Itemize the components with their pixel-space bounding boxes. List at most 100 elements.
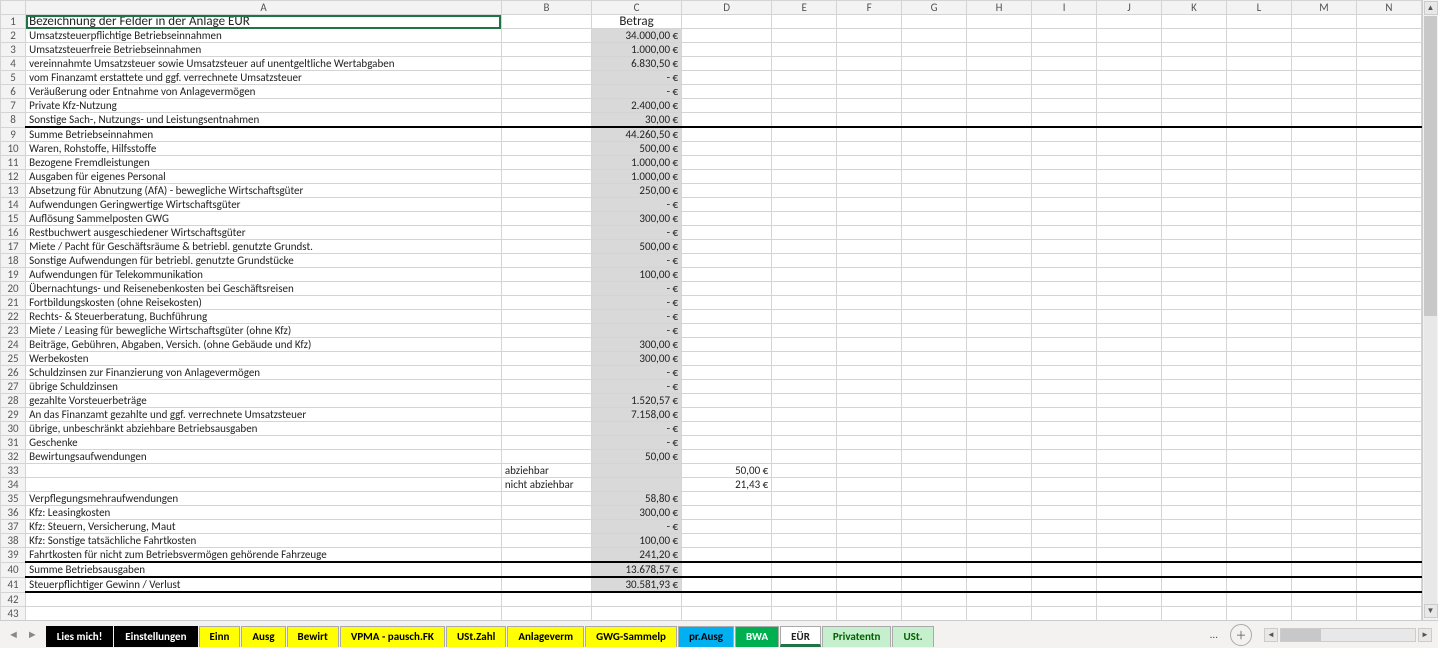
cell[interactable] [1356, 29, 1421, 43]
cell[interactable] [1097, 366, 1162, 380]
cell[interactable] [1097, 592, 1162, 606]
cell[interactable] [1227, 15, 1292, 29]
cell[interactable] [1291, 352, 1356, 366]
cell[interactable] [1356, 99, 1421, 113]
cell[interactable]: 241,20 € [592, 548, 682, 563]
table-row[interactable]: 12Ausgaben für eigenes Personal1.000,00 … [1, 170, 1422, 184]
cell[interactable] [501, 548, 591, 563]
cell[interactable]: 100,00 € [592, 534, 682, 548]
cell[interactable] [1032, 71, 1097, 85]
cell[interactable]: Aufwendungen Geringwertige Wirtschaftsgü… [26, 198, 502, 212]
cell[interactable] [1032, 366, 1097, 380]
cell[interactable] [501, 170, 591, 184]
cell[interactable] [1032, 380, 1097, 394]
cell[interactable] [837, 99, 902, 113]
cell[interactable] [682, 506, 772, 520]
row-header[interactable]: 35 [1, 492, 26, 506]
cell[interactable] [1162, 240, 1227, 254]
sheet-tab[interactable]: EÜR [780, 626, 821, 647]
cell[interactable] [1032, 113, 1097, 128]
cell[interactable] [1162, 506, 1227, 520]
cell[interactable] [1356, 380, 1421, 394]
cell[interactable] [1356, 548, 1421, 563]
table-row[interactable]: 6Veräußerung oder Entnahme von Anlagever… [1, 85, 1422, 99]
col-header[interactable]: M [1291, 1, 1356, 15]
cell[interactable] [902, 127, 967, 142]
row-header[interactable]: 38 [1, 534, 26, 548]
cell[interactable]: Veräußerung oder Entnahme von Anlageverm… [26, 85, 502, 99]
cell[interactable] [682, 577, 772, 592]
table-row[interactable]: 28gezahlte Vorsteuerbeträge1.520,57 € [1, 394, 1422, 408]
cell[interactable] [1097, 380, 1162, 394]
cell[interactable]: Steuerpflichtiger Gewinn / Verlust [26, 577, 502, 592]
table-row[interactable]: 27übrige Schuldzinsen- € [1, 380, 1422, 394]
cell[interactable] [837, 492, 902, 506]
cell[interactable]: 44.260,50 € [592, 127, 682, 142]
table-row[interactable]: 1Bezeichnung der Felder in der Anlage EÜ… [1, 15, 1422, 29]
cell[interactable] [1356, 310, 1421, 324]
cell[interactable] [1097, 394, 1162, 408]
cell[interactable] [1291, 127, 1356, 142]
cell[interactable] [902, 99, 967, 113]
cell[interactable] [967, 29, 1032, 43]
table-row[interactable]: 42 [1, 592, 1422, 606]
cell[interactable] [1032, 408, 1097, 422]
sheet-tab[interactable]: Anlageverm [507, 626, 584, 647]
sheet-tab[interactable]: Einn [199, 626, 241, 647]
cell[interactable] [682, 310, 772, 324]
sheet-tab[interactable]: Bewirt [287, 626, 339, 647]
cell[interactable] [772, 352, 837, 366]
cell[interactable] [682, 282, 772, 296]
cell[interactable] [1291, 254, 1356, 268]
table-row[interactable]: 36Kfz: Leasingkosten300,00 € [1, 506, 1422, 520]
cell[interactable] [501, 240, 591, 254]
row-header[interactable]: 19 [1, 268, 26, 282]
cell[interactable] [1291, 57, 1356, 71]
row-header[interactable]: 17 [1, 240, 26, 254]
cell[interactable] [501, 338, 591, 352]
cell[interactable] [772, 127, 837, 142]
scroll-up-button[interactable]: ▲ [1424, 1, 1438, 15]
cell[interactable] [1162, 436, 1227, 450]
sheet-tab[interactable]: USt.Zahl [446, 626, 506, 647]
row-header[interactable]: 22 [1, 310, 26, 324]
cell[interactable] [1227, 492, 1292, 506]
cell[interactable] [1162, 170, 1227, 184]
cell[interactable] [1291, 478, 1356, 492]
cell[interactable] [1162, 310, 1227, 324]
cell[interactable] [1162, 422, 1227, 436]
cell[interactable] [1097, 548, 1162, 563]
col-header[interactable]: K [1162, 1, 1227, 15]
scroll-right-button[interactable]: ► [1418, 628, 1432, 642]
cell[interactable]: Ausgaben für eigenes Personal [26, 170, 502, 184]
cell[interactable] [501, 296, 591, 310]
cell[interactable]: Bezogene Fremdleistungen [26, 156, 502, 170]
cell[interactable] [682, 450, 772, 464]
cell[interactable] [1097, 226, 1162, 240]
cell[interactable] [772, 577, 837, 592]
cell[interactable] [682, 127, 772, 142]
cell[interactable]: 300,00 € [592, 212, 682, 226]
cell[interactable] [772, 142, 837, 156]
cell[interactable] [967, 156, 1032, 170]
cell[interactable] [501, 156, 591, 170]
cell[interactable]: Fahrtkosten für nicht zum Betriebsvermög… [26, 548, 502, 563]
cell[interactable] [902, 606, 967, 620]
cell[interactable] [501, 534, 591, 548]
cell[interactable] [501, 492, 591, 506]
cell[interactable] [1097, 212, 1162, 226]
cell[interactable] [1162, 534, 1227, 548]
row-header[interactable]: 33 [1, 464, 26, 478]
cell[interactable] [1227, 422, 1292, 436]
cell[interactable] [1356, 492, 1421, 506]
cell[interactable] [1162, 338, 1227, 352]
row-header[interactable]: 16 [1, 226, 26, 240]
sheet-tab[interactable]: VPMA - pausch.FK [340, 626, 445, 647]
cell[interactable] [837, 577, 902, 592]
cell[interactable] [1162, 184, 1227, 198]
cell[interactable]: - € [592, 324, 682, 338]
cell[interactable] [1097, 478, 1162, 492]
cell[interactable] [682, 408, 772, 422]
cell[interactable] [1097, 71, 1162, 85]
cell[interactable] [902, 184, 967, 198]
